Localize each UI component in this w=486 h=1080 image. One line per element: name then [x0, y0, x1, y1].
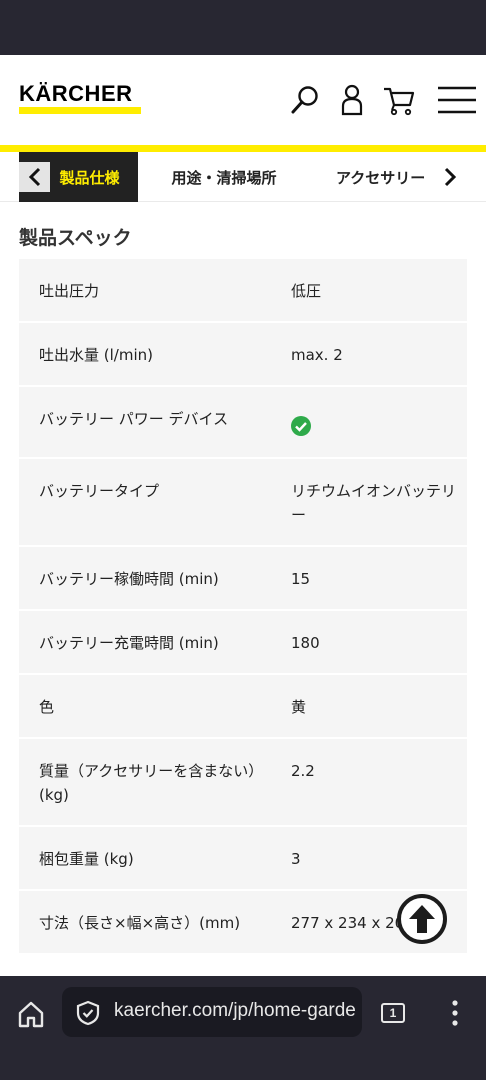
spec-label: バッテリータイプ [39, 482, 160, 500]
status-bar [0, 0, 486, 55]
tabs-scroll-left-button[interactable] [19, 162, 50, 192]
spec-table: 吐出圧力 低圧 吐出水量 (l/min) max. 2 バッテリー パワー デバ… [19, 259, 467, 955]
logo-yellow-bar [19, 107, 141, 114]
arrow-up-icon [409, 905, 435, 933]
spec-row: バッテリータイプ リチウムイオンバッテリー [19, 459, 467, 547]
chevron-left-icon [28, 167, 40, 187]
spec-value: 黄 [291, 698, 307, 716]
spec-label: 吐出圧力 [39, 282, 100, 300]
logo-text: KÄRCHER [19, 81, 133, 106]
spec-row: 吐出水量 (l/min) max. 2 [19, 323, 467, 387]
site-header: KÄRCHER [0, 55, 486, 145]
search-icon[interactable] [287, 81, 323, 119]
tab-accessories[interactable]: アクセサリー [322, 152, 450, 202]
spec-row: バッテリー パワー デバイス [19, 387, 467, 459]
browser-toolbar: kaercher.com/jp/home-garde 1 [0, 976, 486, 1080]
tab-switcher-button[interactable]: 1 [378, 1000, 408, 1026]
spec-value: 15 [291, 570, 311, 588]
spec-value: 180 [291, 634, 320, 652]
spec-row: 質量（アクセサリーを含まない）(kg) 2.2 [19, 739, 467, 827]
karcher-logo[interactable]: KÄRCHER [19, 83, 141, 117]
spec-value: 2.2 [291, 762, 315, 780]
cart-icon[interactable] [381, 81, 417, 119]
more-options-icon[interactable] [444, 998, 466, 1028]
check-circle-icon [291, 416, 311, 436]
spec-row: バッテリー稼働時間 (min) 15 [19, 547, 467, 611]
spec-label: バッテリー パワー デバイス [39, 410, 229, 428]
spec-value [273, 387, 467, 457]
spec-value: max. 2 [291, 346, 343, 364]
spec-row: 梱包重量 (kg) 3 [19, 827, 467, 891]
spec-label: 吐出水量 (l/min) [39, 346, 153, 364]
spec-label: 色 [39, 698, 55, 716]
spec-value: 低圧 [291, 282, 322, 300]
spec-row: 色 黄 [19, 675, 467, 739]
chevron-right-icon [444, 167, 457, 187]
product-tabs: 製品仕様 用途・清掃場所 アクセサリー [0, 152, 486, 202]
spec-label: バッテリー充電時間 (min) [39, 634, 219, 652]
account-icon[interactable] [334, 81, 370, 119]
spec-row: 吐出圧力 低圧 [19, 259, 467, 323]
home-icon[interactable] [14, 998, 48, 1030]
spec-label: 寸法（長さ×幅×高さ）(mm) [39, 914, 241, 932]
spec-row: バッテリー充電時間 (min) 180 [19, 611, 467, 675]
tabs-scroll-right-button[interactable] [434, 162, 466, 192]
spec-value: 3 [291, 850, 301, 868]
spec-label: 質量（アクセサリーを含まない）(kg) [39, 762, 256, 804]
spec-value: リチウムイオンバッテリー [291, 482, 457, 524]
tab-count: 1 [381, 1003, 405, 1023]
tab-label: 用途・清掃場所 [171, 168, 277, 187]
address-bar[interactable]: kaercher.com/jp/home-garde [62, 987, 362, 1037]
section-title: 製品スペック [19, 227, 132, 249]
tab-applications[interactable]: 用途・清掃場所 [150, 152, 298, 202]
tab-label: アクセサリー [336, 168, 426, 187]
scroll-to-top-button[interactable] [397, 894, 447, 944]
site-security-icon[interactable] [74, 999, 102, 1027]
spec-label: 梱包重量 (kg) [39, 850, 134, 868]
menu-icon[interactable] [436, 81, 478, 119]
url-text: kaercher.com/jp/home-garde [114, 1000, 356, 1021]
spec-label: バッテリー稼働時間 (min) [39, 570, 219, 588]
header-accent-rule [0, 145, 486, 152]
